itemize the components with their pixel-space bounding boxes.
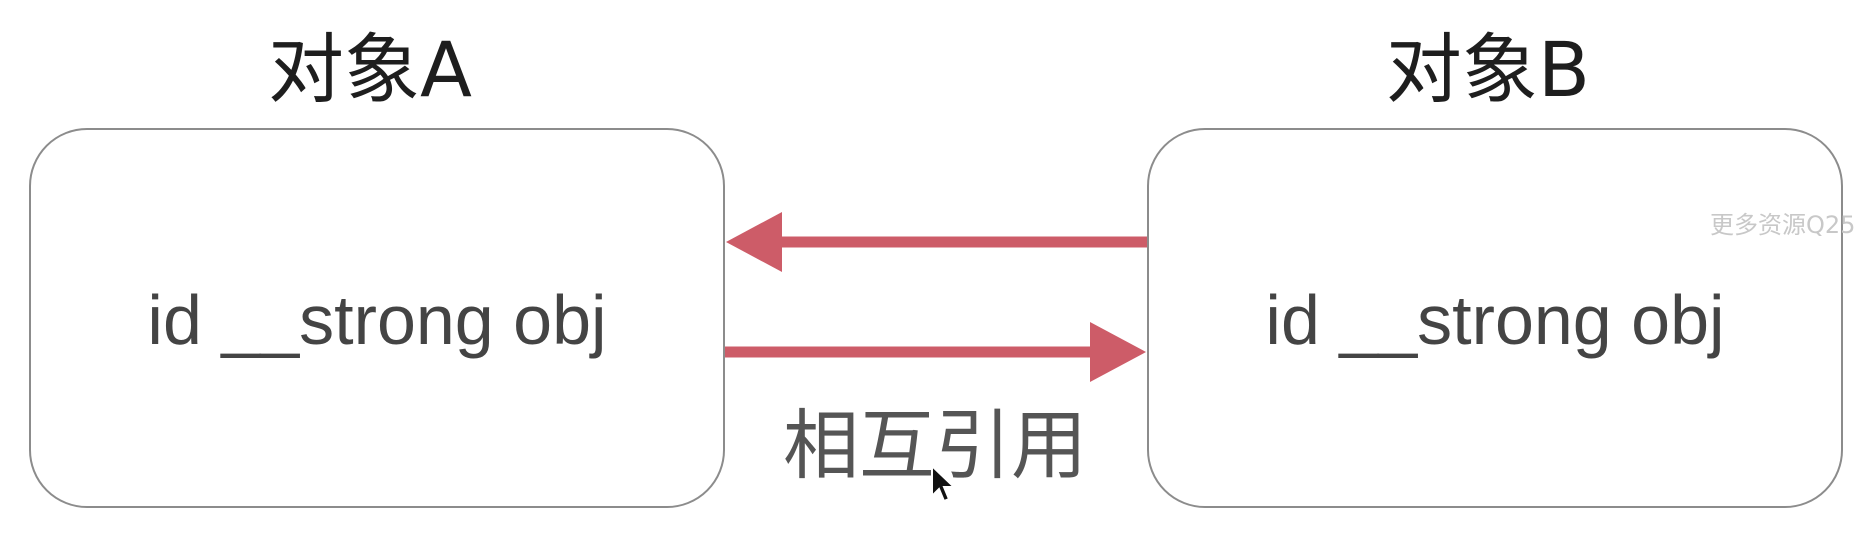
object-a-title: 对象A bbox=[268, 25, 472, 114]
object-a-content: id __strong obj bbox=[147, 281, 607, 359]
watermark-text: 更多资源Q25 bbox=[1710, 211, 1856, 239]
object-a-box: id __strong obj bbox=[29, 128, 725, 508]
object-b-box: id __strong obj bbox=[1147, 128, 1843, 508]
mouse-pointer-icon bbox=[931, 464, 957, 503]
arrow-b-to-a bbox=[726, 212, 1147, 272]
object-b-content: id __strong obj bbox=[1265, 281, 1725, 359]
object-b-title: 对象B bbox=[1385, 25, 1591, 114]
arrow-a-to-b bbox=[725, 322, 1146, 382]
